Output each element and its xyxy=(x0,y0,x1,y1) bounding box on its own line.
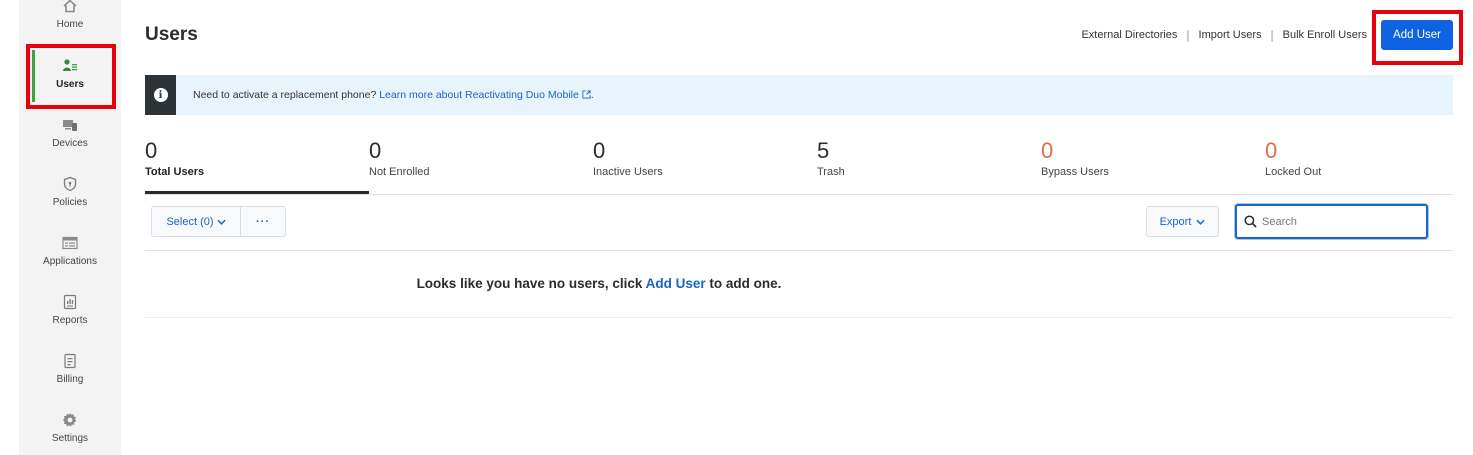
stat-not-enrolled[interactable]: 0 Not Enrolled xyxy=(369,138,430,178)
devices-icon xyxy=(63,120,77,131)
sidebar-item-policies[interactable]: Policies xyxy=(19,176,121,232)
stat-inactive-users[interactable]: 0 Inactive Users xyxy=(593,138,663,178)
external-directories-link[interactable]: External Directories xyxy=(1081,29,1177,41)
stat-bypass-users[interactable]: 0 Bypass Users xyxy=(1041,138,1109,178)
export-button[interactable]: Export xyxy=(1146,206,1219,237)
gear-icon xyxy=(63,413,77,427)
sidebar-item-label: Applications xyxy=(43,256,97,267)
stat-value: 0 xyxy=(593,138,606,163)
sidebar-item-devices[interactable]: Devices xyxy=(19,117,121,173)
empty-state-message: Looks like you have no users, click Add … xyxy=(145,276,1053,291)
divider xyxy=(145,317,1453,318)
highlight-box-users xyxy=(26,44,116,109)
bulk-enroll-users-link[interactable]: Bulk Enroll Users xyxy=(1283,29,1367,41)
page-title: Users xyxy=(145,24,198,45)
stat-locked-out[interactable]: 0 Locked Out xyxy=(1265,138,1321,178)
empty-state-text: Looks like you have no users, click xyxy=(416,276,646,291)
selection-button-group: Select (0) ··· xyxy=(151,206,286,237)
highlight-box-add-user xyxy=(1372,10,1463,65)
export-label: Export xyxy=(1159,215,1192,228)
stat-label: Inactive Users xyxy=(593,166,663,178)
reports-icon xyxy=(63,294,77,310)
stat-trash[interactable]: 5 Trash xyxy=(817,138,845,178)
sidebar-item-label: Settings xyxy=(51,433,89,444)
stat-value: 0 xyxy=(1041,138,1054,163)
banner-message: Need to activate a replacement phone? Le… xyxy=(193,89,594,101)
home-icon xyxy=(63,0,77,13)
sidebar-item-label: Reports xyxy=(52,315,88,326)
sidebar-item-reports[interactable]: Reports xyxy=(19,294,121,350)
applications-icon xyxy=(62,236,78,250)
select-dropdown-button[interactable]: Select (0) xyxy=(152,207,241,236)
reactivating-duo-mobile-link[interactable]: Learn more about Reactivating Duo Mobile xyxy=(379,89,591,101)
search-icon xyxy=(1244,215,1257,228)
stat-value: 0 xyxy=(369,138,382,163)
stat-label: Trash xyxy=(817,166,845,178)
banner-suffix: . xyxy=(590,89,594,101)
chevron-down-icon xyxy=(216,219,226,225)
sidebar-item-applications[interactable]: Applications xyxy=(19,235,121,291)
info-icon: i xyxy=(153,88,168,102)
shield-icon xyxy=(63,176,77,192)
stat-label: Not Enrolled xyxy=(369,166,430,178)
stat-label: Bypass Users xyxy=(1041,166,1109,178)
header-links: External Directories | Import Users | Bu… xyxy=(1081,28,1367,42)
stat-label: Locked Out xyxy=(1265,166,1322,178)
stat-value: 5 xyxy=(817,138,830,163)
chevron-down-icon xyxy=(1196,219,1205,225)
import-users-link[interactable]: Import Users xyxy=(1199,29,1262,41)
banner-text: Need to activate a replacement phone? xyxy=(193,89,377,101)
info-banner: i Need to activate a replacement phone? … xyxy=(145,75,1453,115)
sidebar-item-settings[interactable]: Settings xyxy=(19,412,121,455)
banner-link-text: Learn more about Reactivating Duo Mobile xyxy=(379,89,579,101)
divider xyxy=(145,194,1453,195)
link-separator: | xyxy=(1186,28,1190,42)
add-user-link[interactable]: Add User xyxy=(646,276,706,291)
external-link-icon xyxy=(582,90,591,99)
stat-value: 0 xyxy=(1265,138,1278,163)
empty-state-text-end: to add one. xyxy=(705,276,782,291)
stat-value: 0 xyxy=(145,138,158,163)
sidebar-item-label: Home xyxy=(56,19,84,30)
banner-icon-area: i xyxy=(145,75,176,115)
more-actions-button[interactable]: ··· xyxy=(241,207,285,236)
billing-icon xyxy=(64,353,76,369)
divider xyxy=(145,250,1453,251)
stat-label: Total Users xyxy=(145,166,205,178)
sidebar-item-label: Devices xyxy=(52,138,88,149)
sidebar-item-label: Billing xyxy=(56,374,84,385)
link-separator: | xyxy=(1270,28,1274,42)
stat-total-users[interactable]: 0 Total Users xyxy=(145,138,204,178)
sidebar-item-label: Policies xyxy=(52,197,88,208)
select-label: Select (0) xyxy=(166,215,214,228)
search-input[interactable] xyxy=(1262,215,1422,228)
sidebar-item-billing[interactable]: Billing xyxy=(19,353,121,409)
search-field[interactable] xyxy=(1235,204,1428,239)
